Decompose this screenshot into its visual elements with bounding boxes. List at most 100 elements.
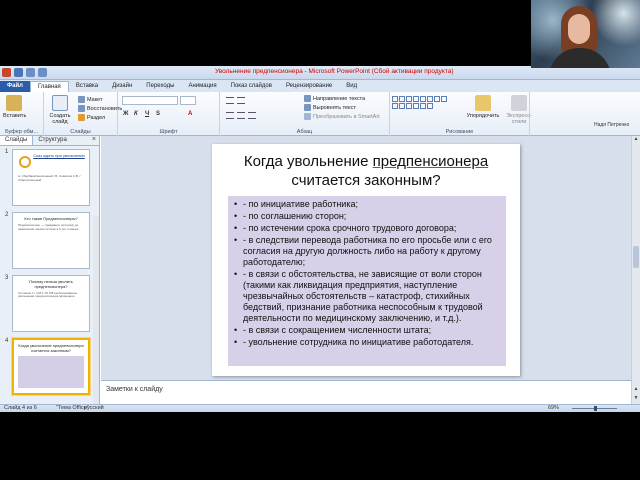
slide-title-part1: Когда увольнение: [243, 153, 373, 170]
redo-icon[interactable]: [38, 68, 47, 77]
slide-thumbnail-image: Сказ ждать при увольнении А. Сбербанк/пе…: [12, 149, 90, 206]
slide-thumbnail-image: Кто такие Предпенсионеры? Предпенсионер …: [12, 212, 90, 269]
section-icon: [78, 114, 85, 121]
create-slide-button[interactable]: Создать слайд: [47, 95, 73, 125]
shape-icon[interactable]: [392, 96, 398, 102]
font-family-select[interactable]: [122, 96, 178, 105]
tab-home[interactable]: Главная: [29, 81, 69, 92]
restore-icon: [78, 105, 85, 112]
quick-access-toolbar: [2, 68, 47, 77]
smartart-label: Преобразовать в SmartArt: [313, 113, 380, 120]
paste-button[interactable]: Вставить: [3, 95, 26, 119]
express-styles-button[interactable]: Экспресс-стили: [502, 95, 536, 125]
shapes-gallery[interactable]: [392, 96, 452, 109]
alignment-buttons: [226, 112, 256, 119]
thumb-content-box: [18, 355, 84, 388]
zoom-level[interactable]: 69%: [548, 405, 559, 411]
scroll-up-icon[interactable]: ▲: [632, 136, 640, 143]
shape-icon[interactable]: [413, 96, 419, 102]
smartart-button[interactable]: Преобразовать в SmartArt: [304, 113, 380, 120]
section-button[interactable]: Раздел: [78, 114, 105, 121]
shape-icon[interactable]: [406, 103, 412, 109]
arrange-button[interactable]: Упорядочить: [466, 95, 500, 119]
align-center-icon[interactable]: [237, 112, 245, 119]
shape-icon[interactable]: [406, 96, 412, 102]
notes-pane[interactable]: Заметки к слайду: [101, 380, 631, 404]
shape-icon[interactable]: [413, 103, 419, 109]
tab-transitions[interactable]: Переходы: [139, 81, 181, 92]
shape-icon[interactable]: [434, 96, 440, 102]
shape-icon[interactable]: [399, 103, 405, 109]
editor-scrollbar[interactable]: ▲ ▲ ▼: [631, 136, 640, 404]
shape-icon[interactable]: [427, 96, 433, 102]
tab-view[interactable]: Вид: [339, 81, 364, 92]
next-slide-icon[interactable]: ▼: [632, 395, 640, 402]
paste-icon: [6, 95, 22, 111]
bold-button[interactable]: Ж: [123, 111, 128, 117]
paragraph-list-buttons: [226, 97, 245, 104]
shape-icon[interactable]: [399, 96, 405, 102]
font-color-button[interactable]: A: [188, 111, 192, 117]
smartart-icon: [304, 113, 311, 120]
bullets-icon[interactable]: [226, 97, 234, 104]
italic-button[interactable]: К: [134, 111, 138, 117]
slide-editor-area: Когда увольнение предпенсионера считаетс…: [101, 136, 631, 380]
tab-review[interactable]: Рецензирование: [279, 81, 339, 92]
ribbon: Вставить Буфер обм... Создать слайд Маке…: [0, 92, 640, 136]
language[interactable]: русский: [84, 405, 104, 411]
text-direction-button[interactable]: Направление текста: [304, 95, 365, 102]
notes-placeholder: Заметки к слайду: [106, 386, 163, 393]
shape-icon[interactable]: [441, 96, 447, 102]
tab-animation[interactable]: Анимация: [181, 81, 223, 92]
prev-slide-icon[interactable]: ▲: [632, 386, 640, 393]
clipboard-group-label: Буфер обм...: [5, 129, 38, 135]
thumb-title: Когда увольнение предпенсионера считаетс…: [18, 343, 84, 353]
shape-icon[interactable]: [420, 96, 426, 102]
align-text-button[interactable]: Выровнять текст: [304, 104, 356, 111]
save-icon[interactable]: [14, 68, 23, 77]
tab-slideshow[interactable]: Показ слайдов: [224, 81, 279, 92]
bullet-item: - по истечении срока срочного трудового …: [233, 223, 501, 234]
shape-icon[interactable]: [392, 103, 398, 109]
tab-file[interactable]: Файл: [0, 81, 30, 92]
underline-button[interactable]: Ч: [145, 111, 149, 117]
slides-group-label: Слайды: [70, 129, 91, 135]
bullet-item: - по инициативе работника;: [233, 199, 501, 210]
paragraph-group: Направление текста Выровнять текст Преоб…: [220, 92, 390, 136]
scroll-thumb[interactable]: [633, 246, 639, 268]
numbering-icon[interactable]: [237, 97, 245, 104]
restore-button[interactable]: Восстановить: [78, 105, 122, 112]
shape-icon[interactable]: [427, 103, 433, 109]
tab-outline[interactable]: Структура: [33, 136, 71, 145]
align-right-icon[interactable]: [248, 112, 256, 119]
logo-icon: [19, 156, 31, 168]
undo-icon[interactable]: [26, 68, 35, 77]
tab-slides[interactable]: Слайды: [0, 136, 34, 145]
layout-button[interactable]: Макет: [78, 96, 103, 103]
bullet-item: - в связи с сокращением численности штат…: [233, 325, 501, 336]
window-title: Увольнение предпенсионера - Microsoft Po…: [215, 68, 454, 75]
font-size-select[interactable]: [180, 96, 196, 105]
shape-icon[interactable]: [420, 103, 426, 109]
presenter-face: [568, 14, 590, 44]
text-direction-icon: [304, 95, 311, 102]
tab-design[interactable]: Дизайн: [105, 81, 139, 92]
title-bar: Увольнение предпенсионера - Microsoft Po…: [0, 66, 640, 80]
tab-insert[interactable]: Вставка: [69, 81, 105, 92]
video-letterbox-bottom: [0, 412, 640, 480]
slide-content-box[interactable]: - по инициативе работника; - по соглашен…: [228, 196, 506, 366]
align-left-icon[interactable]: [226, 112, 234, 119]
clipboard-group: Вставить Буфер обм...: [0, 92, 44, 136]
thumb-body: Согласно ст. 144.1 УК РФ необоснованное …: [18, 290, 78, 299]
powerpoint-logo-icon: [2, 68, 11, 77]
close-icon[interactable]: ×: [89, 136, 99, 145]
zoom-slider-knob[interactable]: [594, 406, 597, 411]
slides-pane-scrollbar[interactable]: [93, 216, 99, 412]
shadow-button[interactable]: S: [156, 111, 160, 117]
bullet-item: - в связи с обстоятельства, не зависящие…: [233, 269, 501, 324]
slide-title[interactable]: Когда увольнение предпенсионера считаетс…: [212, 152, 520, 190]
slides-group: Создать слайд Макет Восстановить Раздел …: [44, 92, 122, 136]
ribbon-tabs: Файл Главная Вставка Дизайн Переходы Ани…: [0, 80, 640, 92]
arrange-icon: [475, 95, 491, 111]
slide-number: 3: [5, 275, 9, 281]
